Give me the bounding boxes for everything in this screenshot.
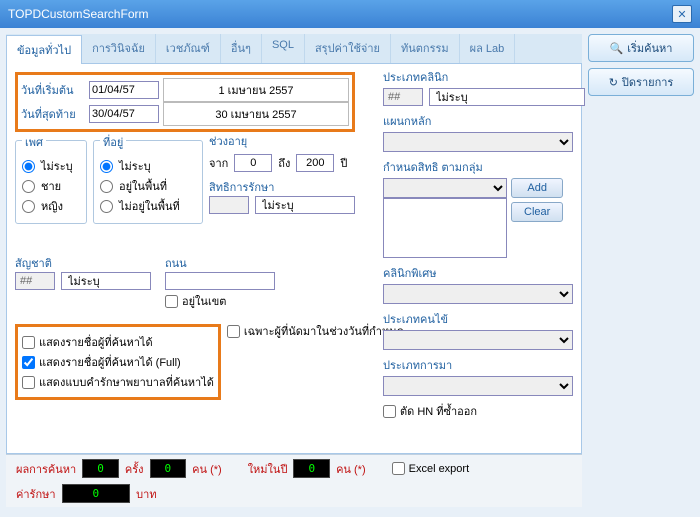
tab-diagnosis[interactable]: การวินิจฉัย — [82, 34, 156, 63]
main-dept-label: แผนกหลัก — [383, 112, 573, 130]
date-range-box: วันที่เริ่มต้น 1 เมษายน 2557 วันที่สุดท้… — [15, 72, 355, 132]
tab-other[interactable]: อื่นๆ — [221, 34, 262, 63]
title-bar: TOPDCustomSearchForm ✕ — [0, 0, 700, 28]
insurance-label: สิทธิการรักษา — [209, 178, 274, 196]
only-appointed-checkbox[interactable] — [227, 325, 240, 338]
start-search-button[interactable]: 🔍 เริ่มค้นหา — [588, 34, 694, 62]
main-dept-combo[interactable] — [383, 132, 573, 152]
end-date-text: 30 เมษายน 2557 — [163, 102, 349, 126]
show-treatment-checkbox[interactable] — [22, 376, 35, 389]
insurance-text-input[interactable] — [255, 196, 355, 214]
user-type-combo[interactable] — [383, 330, 573, 350]
location-group: ที่อยู่ ไม่ระบุ อยู่ในพื้นที่ ไม่อยู่ในพ… — [93, 140, 203, 224]
start-date-input[interactable] — [89, 81, 159, 99]
excel-export-checkbox[interactable] — [392, 462, 405, 475]
visit-type-combo[interactable] — [383, 376, 573, 396]
tab-summary[interactable]: สรุปค่าใช้จ่าย — [305, 34, 391, 63]
window-title: TOPDCustomSearchForm — [8, 7, 148, 21]
visit-type-label: ประเภทการมา — [383, 356, 573, 374]
in-area-checkbox[interactable] — [165, 295, 178, 308]
gender-group: เพศ ไม่ระบุ ชาย หญิง — [15, 140, 87, 224]
tab-strip: ข้อมูลทั่วไป การวินิจฉัย เวชภัณฑ์ อื่นๆ … — [6, 34, 582, 64]
rights-combo[interactable] — [383, 178, 507, 198]
show-list-checkbox[interactable] — [22, 336, 35, 349]
age-to-input[interactable] — [296, 154, 334, 172]
refresh-icon: ↻ — [609, 76, 618, 89]
rights-listbox[interactable] — [383, 198, 507, 258]
result-counter: 0 — [82, 459, 119, 478]
gender-male-radio[interactable] — [22, 180, 35, 193]
age-title: ช่วงอายุ — [209, 132, 247, 150]
clinic-code-input[interactable] — [383, 88, 423, 106]
special-clinic-label: คลินิกพิเศษ — [383, 264, 573, 282]
end-date-input[interactable] — [89, 105, 159, 123]
loc-none-radio[interactable] — [100, 160, 113, 173]
general-panel: วันที่เริ่มต้น 1 เมษายน 2557 วันที่สุดท้… — [6, 64, 582, 454]
clear-button[interactable]: Clear — [511, 202, 563, 222]
status-bar: ผลการค้นหา 0 ครั้ง 0 คน (*) ใหม่ในปี 0 ค… — [6, 454, 582, 507]
rights-group-label: กำหนดสิทธิ ตามกลุ่ม — [383, 158, 573, 176]
age-from-input[interactable] — [234, 154, 272, 172]
loc-in-radio[interactable] — [100, 180, 113, 193]
tab-dental[interactable]: ทันตกรรม — [391, 34, 460, 63]
show-list-full-checkbox[interactable] — [22, 356, 35, 369]
close-list-button[interactable]: ↻ ปิดรายการ — [588, 68, 694, 96]
tab-sql[interactable]: SQL — [262, 34, 305, 63]
window-close-button[interactable]: ✕ — [672, 5, 692, 23]
gender-female-radio[interactable] — [22, 200, 35, 213]
start-date-text: 1 เมษายน 2557 — [163, 78, 349, 102]
loc-out-radio[interactable] — [100, 200, 113, 213]
new-counter: 0 — [293, 459, 330, 478]
road-label: ถนน — [165, 254, 187, 272]
end-date-label: วันที่สุดท้าย — [21, 105, 89, 123]
nat-code-input[interactable] — [15, 272, 55, 290]
gender-title: เพศ — [22, 133, 46, 151]
tab-pharmacy[interactable]: เวชภัณฑ์ — [156, 34, 221, 63]
user-type-label: ประเภทคนไข้ — [383, 310, 573, 328]
tab-general[interactable]: ข้อมูลทั่วไป — [6, 35, 82, 64]
start-date-label: วันที่เริ่มต้น — [21, 81, 89, 99]
special-clinic-combo[interactable] — [383, 284, 573, 304]
binoculars-icon: 🔍 — [610, 42, 624, 55]
add-button[interactable]: Add — [511, 178, 563, 198]
location-title: ที่อยู่ — [100, 133, 126, 151]
cut-hn-checkbox[interactable] — [383, 405, 396, 418]
clinic-type-label: ประเภทคลินิก — [383, 68, 573, 86]
result-label: ผลการค้นหา — [16, 460, 76, 478]
nationality-label: สัญชาติ — [15, 254, 52, 272]
gender-none-radio[interactable] — [22, 160, 35, 173]
people-counter: 0 — [150, 459, 187, 478]
road-input[interactable] — [165, 272, 275, 290]
cost-counter: 0 — [62, 484, 131, 503]
display-options-box: แสดงรายชื่อผู้ที่ค้นหาได้ แสดงรายชื่อผู้… — [15, 324, 221, 400]
nat-text-input[interactable] — [61, 272, 151, 290]
insurance-code-input[interactable] — [209, 196, 249, 214]
clinic-text-input[interactable] — [429, 88, 585, 106]
tab-lab[interactable]: ผล Lab — [460, 34, 516, 63]
